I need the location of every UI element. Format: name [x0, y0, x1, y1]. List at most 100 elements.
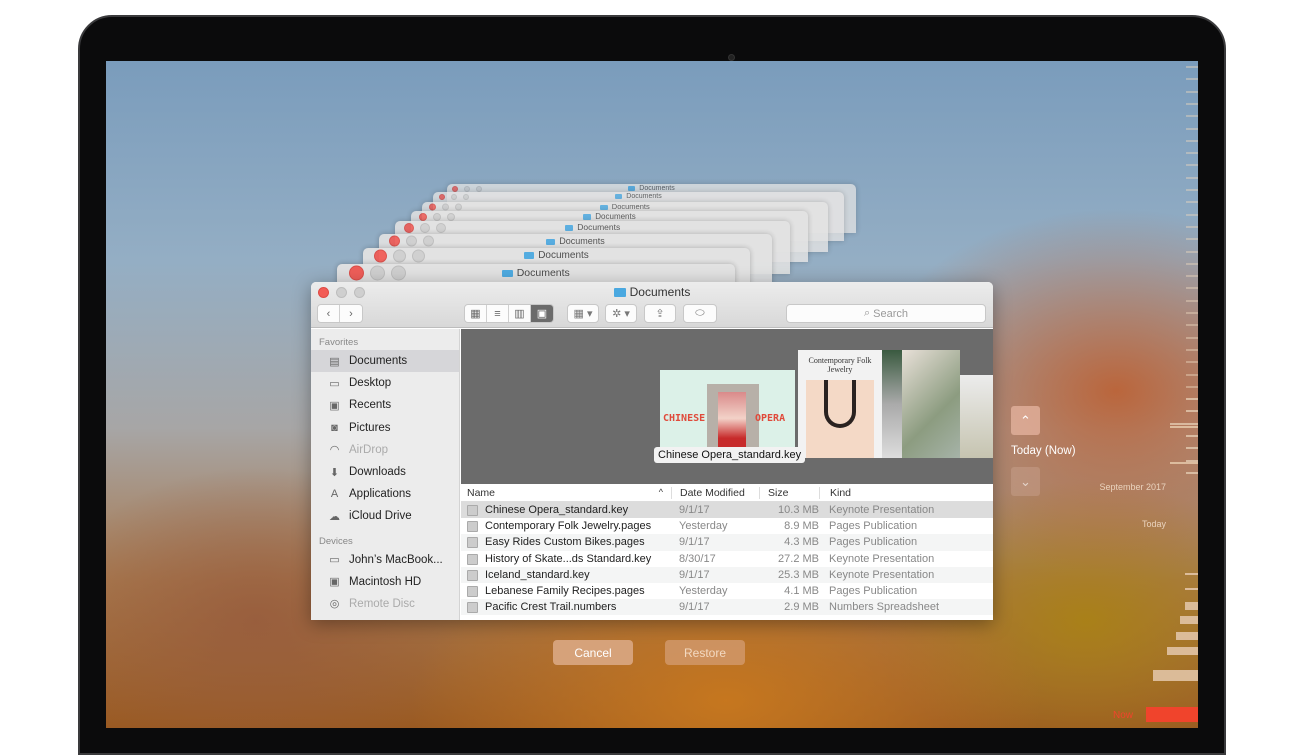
- timeline-tick[interactable]: [1186, 225, 1198, 228]
- cover-folk-jewelry[interactable]: Contemporary Folk Jewelry: [798, 350, 882, 458]
- sidebar-item-john-s-macbook[interactable]: ▭ John’s MacBook...: [311, 549, 459, 571]
- cover-skateboards[interactable]: [902, 350, 960, 458]
- timeline-tick[interactable]: [1186, 385, 1198, 388]
- timeline-tick[interactable]: [1186, 348, 1198, 351]
- folder-icon: [615, 194, 623, 199]
- icon-view-button[interactable]: ▦: [465, 305, 487, 322]
- window-control: [464, 185, 470, 192]
- sidebar-item-macintosh-hd[interactable]: ▣ Macintosh HD: [311, 571, 459, 593]
- timeline-tick[interactable]: [1186, 275, 1198, 278]
- folder-icon: [628, 186, 636, 191]
- camera: [728, 54, 735, 61]
- back-button[interactable]: ‹: [318, 305, 340, 322]
- timeline-tick[interactable]: [1153, 670, 1198, 681]
- forward-button[interactable]: ›: [340, 305, 362, 322]
- timeline-tick[interactable]: [1167, 647, 1198, 655]
- sidebar-item-recents[interactable]: ▣ Recents: [311, 394, 459, 416]
- timeline-tick[interactable]: [1186, 361, 1198, 364]
- window-control: [451, 193, 457, 200]
- timeline-tick[interactable]: [1186, 373, 1198, 376]
- file-row[interactable]: Lebanese Family Recipes.pages Yesterday 4.…: [461, 583, 993, 599]
- sidebar-item-downloads[interactable]: ⬇ Downloads: [311, 461, 459, 483]
- action-gear-button[interactable]: ✲ ▾: [605, 304, 637, 323]
- file-row[interactable]: Contemporary Folk Jewelry.pages Yesterday…: [461, 518, 993, 534]
- timeline-tick[interactable]: [1186, 447, 1198, 450]
- timeline-tick[interactable]: [1186, 287, 1198, 290]
- timeline-tick[interactable]: [1186, 102, 1198, 105]
- file-row[interactable]: History of Skate...ds Standard.key 8/30/1…: [461, 551, 993, 567]
- timeline-tick[interactable]: [1186, 78, 1198, 81]
- restore-button[interactable]: Restore: [665, 640, 745, 665]
- cover-bikes[interactable]: [882, 350, 902, 458]
- column-kind[interactable]: Kind: [819, 486, 851, 499]
- window-control: [389, 235, 400, 247]
- file-row[interactable]: Easy Rides Custom Bikes.pages 9/1/17 4.3 M…: [461, 534, 993, 551]
- cancel-button[interactable]: Cancel: [553, 640, 633, 665]
- folder-icon: [502, 269, 513, 277]
- desktop-icon: ▭: [329, 377, 340, 390]
- sidebar-item-applications[interactable]: A Applications: [311, 483, 459, 505]
- timeline-tick[interactable]: [1185, 602, 1198, 610]
- downloads-icon: ⬇: [329, 466, 340, 479]
- timeline-tick[interactable]: [1186, 164, 1198, 167]
- timeline-tick[interactable]: [1186, 66, 1198, 68]
- timeline-tick[interactable]: [1186, 471, 1198, 474]
- timeline-tick[interactable]: [1186, 336, 1198, 339]
- sidebar-item-desktop[interactable]: ▭ Desktop: [311, 372, 459, 394]
- sidebar-item-pictures[interactable]: ◙ Pictures: [311, 417, 459, 439]
- timeline-down-button[interactable]: ⌄: [1011, 467, 1040, 496]
- timeline-tick[interactable]: [1176, 632, 1198, 640]
- timeline-tick[interactable]: [1180, 616, 1198, 624]
- timeline-tick[interactable]: [1186, 299, 1198, 302]
- column-date-modified[interactable]: Date Modified: [671, 486, 759, 499]
- file-row[interactable]: Pacific Crest Trail.numbers 9/1/17 2.9 MB N…: [461, 599, 993, 616]
- sidebar-item-icloud-drive[interactable]: ☁ iCloud Drive: [311, 505, 459, 527]
- file-row[interactable]: Chinese Opera_standard.key 9/1/17 10.3 MB K…: [461, 502, 993, 519]
- search-field[interactable]: ⌕ Search: [786, 304, 986, 323]
- cover-chinese-opera[interactable]: CHINESE OPERA: [660, 370, 795, 458]
- timeline-tick[interactable]: [1186, 435, 1198, 437]
- timeline-tick[interactable]: [1185, 573, 1198, 575]
- tag-button[interactable]: ⬭: [683, 304, 717, 323]
- timeline-tick[interactable]: [1170, 426, 1198, 428]
- chevron-down-icon: ⌄: [1020, 473, 1031, 489]
- column-view-button[interactable]: ▥: [509, 305, 531, 322]
- timeline-tick[interactable]: [1186, 262, 1198, 265]
- cover-flow-button[interactable]: ▣: [531, 305, 553, 322]
- share-button[interactable]: ⇪: [644, 304, 676, 323]
- sidebar-item-airdrop[interactable]: ◠ AirDrop: [311, 439, 459, 461]
- timeline-tick[interactable]: [1170, 422, 1198, 425]
- timeline-tick[interactable]: [1185, 588, 1198, 590]
- recents-icon: ▣: [329, 399, 340, 412]
- timeline-now-marker[interactable]: [1146, 707, 1198, 722]
- timeline-tick[interactable]: [1186, 152, 1198, 155]
- timeline-tick[interactable]: [1186, 410, 1198, 413]
- timeline-tick[interactable]: [1186, 201, 1198, 204]
- airdrop-icon: ◠: [329, 444, 340, 457]
- sidebar-item-remote-disc[interactable]: ◎ Remote Disc: [311, 593, 459, 615]
- column-size[interactable]: Size: [759, 486, 819, 499]
- timeline-up-button[interactable]: ⌃: [1011, 406, 1040, 435]
- backup-window-title: Documents: [433, 192, 844, 201]
- cover-iceland[interactable]: [960, 375, 993, 458]
- list-view-button[interactable]: ≡: [487, 305, 509, 322]
- timeline-tick[interactable]: [1186, 139, 1198, 142]
- sidebar: Favorites ▤ Documents ▭ Desktop ▣ Recents ◙ Pict…: [311, 329, 460, 620]
- timeline-tick[interactable]: [1186, 115, 1198, 118]
- timeline-tick[interactable]: [1186, 213, 1198, 216]
- timeline-tick[interactable]: [1186, 324, 1198, 327]
- timeline-tick[interactable]: [1186, 398, 1198, 401]
- timeline-tick[interactable]: [1186, 312, 1198, 314]
- timeline-tick[interactable]: [1186, 250, 1198, 253]
- timeline-tick[interactable]: [1170, 462, 1198, 464]
- timeline-tick[interactable]: [1186, 90, 1198, 93]
- column-name[interactable]: Name ^: [461, 487, 671, 499]
- arrange-button[interactable]: ▦ ▾: [567, 304, 599, 323]
- sidebar-item-documents[interactable]: ▤ Documents: [311, 350, 459, 373]
- backup-window-title: Documents: [395, 221, 790, 234]
- file-row[interactable]: Iceland_standard.key 9/1/17 25.3 MB Keynote…: [461, 566, 993, 583]
- timeline-tick[interactable]: [1186, 127, 1198, 130]
- timeline-tick[interactable]: [1186, 189, 1198, 191]
- timeline-tick[interactable]: [1186, 238, 1198, 241]
- timeline-tick[interactable]: [1186, 176, 1198, 179]
